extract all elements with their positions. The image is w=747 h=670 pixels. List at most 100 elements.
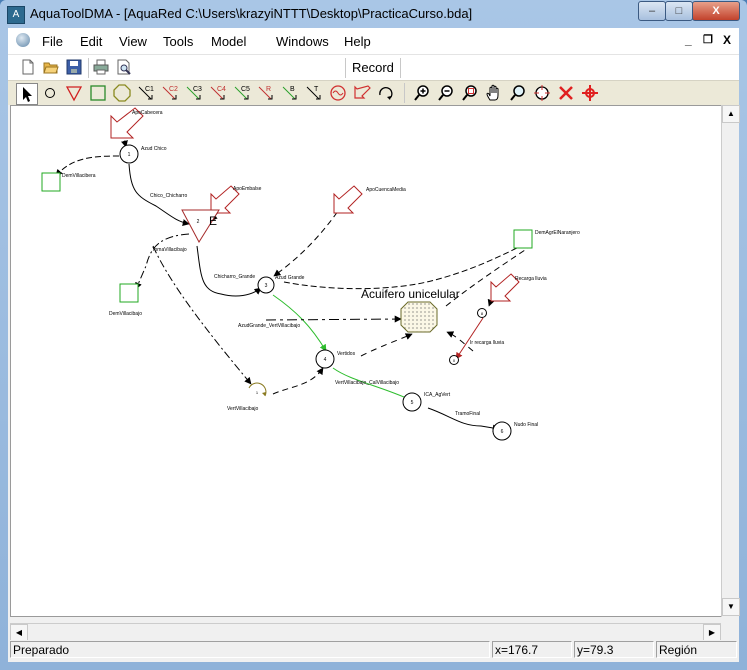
inflow-recarga-lluvia[interactable]: Recarga lluvia	[490, 273, 547, 302]
link-to-aquifer[interactable]	[265, 315, 402, 323]
menu-model[interactable]: Model	[211, 34, 246, 49]
diagram-canvas[interactable]: ApoCabecera ApoEmbalse ApoCuencaMedia Re…	[10, 105, 723, 617]
magnifier-icon[interactable]	[508, 83, 528, 103]
link-apocuencamedia[interactable]	[273, 203, 344, 277]
node-azud-chico[interactable]: 1 Azud Chico	[119, 144, 167, 164]
print-preview-icon[interactable]	[116, 59, 132, 75]
svg-text:C1: C1	[145, 86, 154, 93]
node-label: Nudo Final	[514, 422, 538, 428]
node-recarga-end[interactable]: 0	[449, 355, 459, 365]
toolbar-separator	[345, 58, 346, 78]
svg-text:C5: C5	[241, 86, 250, 93]
menu-edit[interactable]: Edit	[80, 34, 102, 49]
zoom-in-icon[interactable]	[412, 83, 432, 103]
hydropower-icon[interactable]	[328, 83, 348, 103]
title-bar[interactable]: A AquaToolDMA - [AquaRed C:\Users\krazyi…	[0, 0, 747, 28]
delete-icon[interactable]	[556, 83, 576, 103]
link-chicharro-grande[interactable]	[196, 245, 262, 297]
menu-windows[interactable]: Windows	[276, 34, 329, 49]
status-bar: Preparado x=176.7 y=79.3 Región	[8, 640, 739, 660]
horizontal-scrollbar[interactable]: ◀ ▶	[10, 623, 721, 642]
inflow-apocuencamedia[interactable]: ApoCuencaMedia	[333, 185, 406, 214]
transfer-link-icon[interactable]: T	[304, 83, 324, 103]
conduction-c2-icon[interactable]: C2	[160, 83, 180, 103]
arrow-pointer-icon	[23, 87, 32, 102]
conduction-c3-icon[interactable]: C3	[184, 83, 204, 103]
return-link-icon[interactable]: R	[256, 83, 276, 103]
mdi-minimize-button[interactable]: _	[685, 33, 692, 47]
link-to-demagrnaranjero[interactable]	[283, 240, 532, 290]
new-file-icon[interactable]	[20, 59, 36, 75]
node-vertidos[interactable]: 4 Vertidos	[315, 349, 356, 369]
zoom-out-icon[interactable]	[436, 83, 456, 103]
aquifer-acuifero-unicelular[interactable]: Acuifero unicelular	[361, 287, 460, 333]
minimize-button[interactable]: –	[638, 1, 666, 21]
inflow-label: ApoCabecera	[132, 110, 163, 116]
move-crosshair-icon[interactable]	[580, 83, 600, 103]
inflow-label: ApoCuencaMedia	[366, 187, 406, 193]
mdi-restore-button[interactable]: ❐	[703, 33, 713, 46]
link-aquifer-bottom[interactable]	[360, 333, 413, 357]
node-number: 5	[411, 400, 414, 406]
demand-label: DemVillacibajo	[109, 311, 142, 317]
link-label: Ir recarga lluvia	[470, 340, 504, 346]
menu-tools[interactable]: Tools	[163, 34, 193, 49]
demand-label: DemAgrElNaranjero	[535, 230, 580, 236]
save-icon[interactable]	[66, 59, 82, 75]
demand-tool-icon[interactable]	[88, 83, 108, 103]
document-icon[interactable]	[16, 33, 30, 47]
scroll-down-button[interactable]: ▼	[722, 598, 740, 616]
record-button[interactable]: Record	[352, 60, 394, 75]
node-nudo-final[interactable]: 6 Nudo Final	[492, 421, 538, 441]
conduction-c1-icon[interactable]: C1	[136, 83, 156, 103]
node-ica-agvert[interactable]: 5 ICA_AgVert	[402, 392, 451, 412]
vertical-scrollbar[interactable]: ▲ ▼	[721, 105, 740, 617]
maximize-button[interactable]: □	[665, 1, 693, 21]
link-vert-to-vertidos[interactable]	[272, 367, 324, 395]
mdi-close-button[interactable]: X	[723, 33, 731, 47]
link-tomavillacibajo[interactable]	[152, 245, 252, 385]
close-button[interactable]: X	[692, 1, 740, 21]
reservoir-number: 2	[197, 219, 200, 225]
demand-label: DemVillacibera	[62, 173, 96, 179]
status-x-coordinate: x=176.7	[492, 641, 572, 658]
link-label: TomaVillacibajo	[152, 247, 187, 253]
demand-demvillacibajo[interactable]: DemVillacibajo	[109, 283, 142, 317]
node-tool-icon[interactable]	[40, 83, 60, 103]
network-diagram[interactable]: ApoCabecera ApoEmbalse ApoCuencaMedia Re…	[11, 106, 722, 616]
demand-demvillacibera[interactable]: DemVillacibera	[41, 172, 96, 192]
reservoir-e[interactable]: 2 E	[181, 209, 220, 243]
return-vertvillacibajo[interactable]: 1 VertVillacibajo	[227, 382, 267, 412]
app-window: A AquaToolDMA - [AquaRed C:\Users\krazyi…	[0, 0, 747, 670]
zoom-extents-icon[interactable]	[532, 83, 552, 103]
zoom-window-icon[interactable]	[460, 83, 480, 103]
conduction-c4-icon[interactable]: C4	[208, 83, 228, 103]
svg-text:R: R	[266, 86, 271, 93]
inflow-apocabecera[interactable]: ApoCabecera	[110, 107, 163, 139]
select-tool[interactable]	[16, 83, 38, 105]
reservoir-tool-icon[interactable]	[64, 83, 84, 103]
print-icon[interactable]	[93, 59, 109, 75]
demand-demagrnaranjero[interactable]: DemAgrElNaranjero	[513, 229, 580, 249]
menu-help[interactable]: Help	[344, 34, 371, 49]
pumping-link-icon[interactable]: B	[280, 83, 300, 103]
node-label: Azud Chico	[141, 146, 167, 152]
window-title: AquaToolDMA - [AquaRed C:\Users\krazyiNT…	[30, 6, 473, 21]
scroll-up-button[interactable]: ▲	[722, 105, 740, 123]
inflow-icon[interactable]	[352, 83, 372, 103]
conduction-c5-icon[interactable]: C5	[232, 83, 252, 103]
pan-hand-icon[interactable]	[484, 83, 504, 103]
node-number: 6	[501, 429, 504, 435]
node-recarga[interactable]: 8	[477, 308, 487, 318]
svg-text:C3: C3	[193, 86, 202, 93]
aquifer-tool-icon[interactable]	[112, 83, 132, 103]
svg-text:C2: C2	[169, 86, 178, 93]
menu-file[interactable]: File	[42, 34, 63, 49]
menu-view[interactable]: View	[119, 34, 147, 49]
link-label: AzudGrande_VertVillacibajo	[238, 323, 300, 329]
inflow-apoembalse[interactable]: ApoEmbalse	[210, 185, 262, 214]
link-to-demvillacibajo[interactable]	[135, 233, 190, 290]
link-ir-recarga-lluvia[interactable]	[455, 317, 484, 360]
recharge-icon[interactable]	[376, 83, 396, 103]
open-folder-icon[interactable]	[43, 59, 59, 75]
